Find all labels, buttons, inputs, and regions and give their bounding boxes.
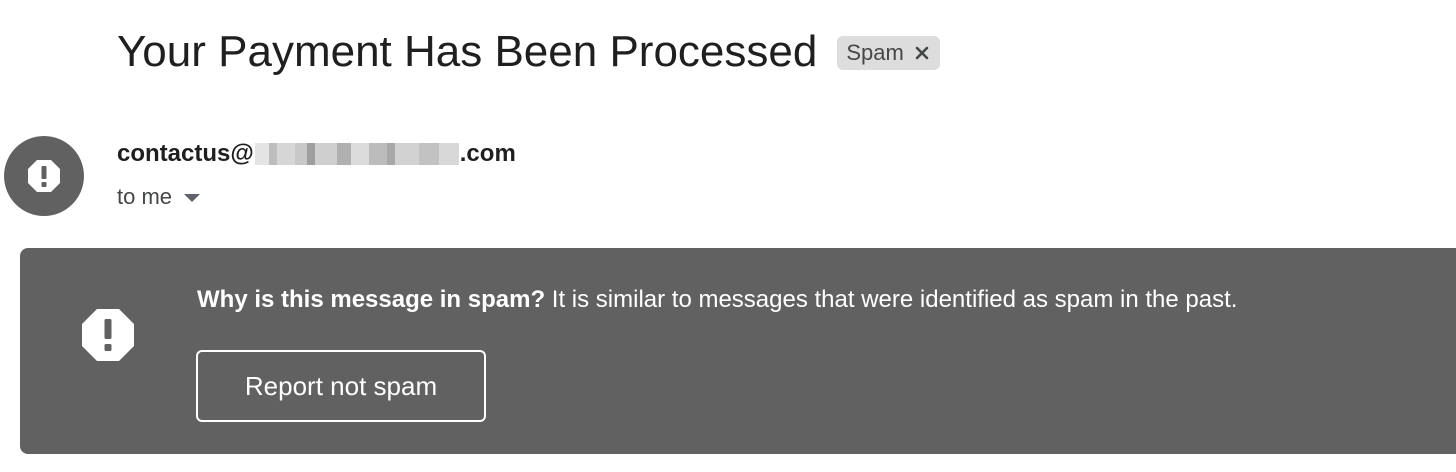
email-subject: Your Payment Has Been Processed [117,27,818,76]
close-icon[interactable] [914,45,930,61]
recipient-label: to me [117,184,173,209]
spam-label-text: Spam [846,40,904,65]
report-not-spam-button[interactable]: Report not spam [196,350,486,422]
email-view: Your Payment Has Been Processed Spam con… [0,0,1456,472]
spam-explanation-heading: Why is this message in spam? [197,286,546,313]
sender-address-suffix: .com [459,140,516,167]
sender-avatar[interactable] [4,136,84,216]
subject-row: Your Payment Has Been Processed Spam [117,26,940,78]
spam-explanation-body: It is similar to messages that were iden… [545,286,1238,313]
spam-label-chip[interactable]: Spam [837,36,940,70]
sender-address-prefix: contactus@ [117,140,254,167]
spam-warning-banner: Why is this message in spam? It is simil… [20,248,1456,454]
chevron-down-icon[interactable] [184,194,201,202]
redacted-domain [254,143,459,165]
spam-explanation: Why is this message in spam? It is simil… [197,284,1237,316]
warning-octagon-icon [28,160,60,192]
sender-address[interactable]: contactus@ .com [117,140,516,168]
warning-octagon-icon [82,309,134,361]
recipient-details-toggle[interactable]: to me [117,184,201,210]
